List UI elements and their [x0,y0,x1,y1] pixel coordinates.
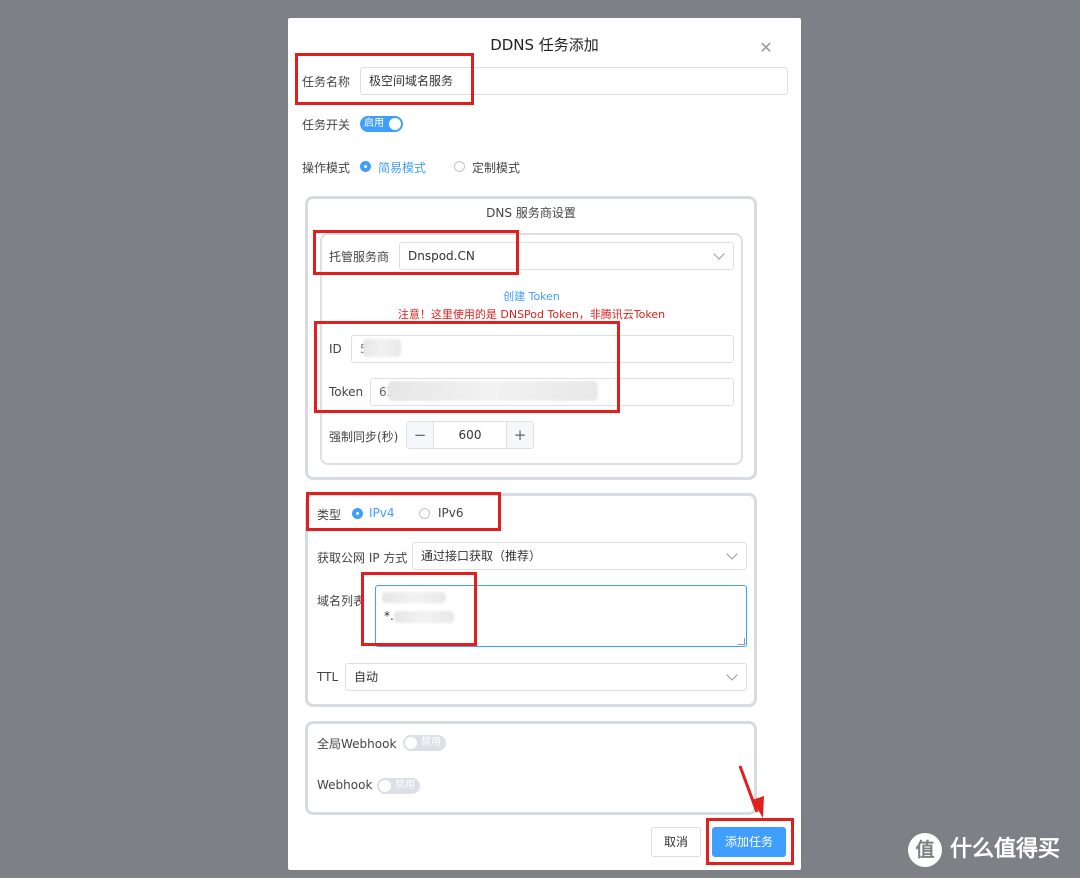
task-switch-label: 任务开关 [302,118,351,132]
ip-method-select[interactable]: 通过接口获取（推荐） [412,542,747,570]
webhook-label: Webhook [317,778,373,792]
ip-type-label: 类型 [317,508,342,522]
ip-method-label: 获取公网 IP 方式 [317,551,408,565]
add-task-button[interactable]: 添加任务 [712,827,786,857]
sync-stepper[interactable]: − 600 + [406,421,534,449]
id-redaction [363,339,401,357]
sync-value[interactable]: 600 [434,422,506,448]
provider-label: 托管服务商 [329,250,390,264]
task-name-label: 任务名称 [302,75,351,89]
toggle-knob [379,780,391,792]
watermark: 值 什么值得买 [908,833,1060,867]
ip-settings-panel: 类型 IPv4 IPv6 获取公网 IP 方式 通过接口获取（推荐） 域名列表 … [305,493,757,707]
ttl-label: TTL [317,670,339,684]
mode-custom-radio[interactable] [454,161,465,172]
mode-label: 操作模式 [302,161,351,175]
mode-simple-radio[interactable] [360,161,371,172]
dns-inner-panel: 托管服务商 Dnspod.CN 创建 Token 注意！这里使用的是 DNSPo… [320,233,743,465]
ttl-select[interactable]: 自动 [345,663,747,691]
plus-icon[interactable]: + [506,422,533,448]
ttl-value: 自动 [354,670,379,684]
provider-select[interactable]: Dnspod.CN [399,242,734,270]
token-warning: 注意！这里使用的是 DNSPod Token，非腾讯云Token [397,308,666,321]
chevron-down-icon [726,669,738,681]
domain-line2-redaction [394,611,454,623]
token-redaction [388,381,598,401]
webhook-panel: 全局Webhook 禁用 Webhook 禁用 [305,721,757,815]
ip-method-value: 通过接口获取（推荐） [421,549,542,563]
task-name-input[interactable]: 极空间域名服务 [360,67,788,95]
cancel-button[interactable]: 取消 [651,827,701,857]
toggle-knob [405,737,417,749]
ipv6-radio[interactable] [419,508,430,519]
annotation-arrow-icon [738,765,764,818]
ipv6-label[interactable]: IPv6 [438,506,464,520]
domain-list-textarea[interactable]: *. [375,585,747,647]
webhook-toggle[interactable]: 禁用 [377,778,420,794]
provider-value: Dnspod.CN [408,249,475,263]
sync-label: 强制同步(秒) [329,430,399,444]
domain-line1-redaction [382,592,446,603]
dialog-title: DDNS 任务添加 [490,36,599,54]
webhook-toggle-text: 禁用 [395,780,415,791]
chevron-down-icon [713,248,725,260]
task-switch-text: 启用 [364,118,384,129]
arrow-shaft [738,765,759,813]
domain-line2-prefix: *. [384,609,394,623]
ddns-task-dialog: DDNS 任务添加 ✕ 任务名称 极空间域名服务 任务开关 启用 操作模式 简易… [288,18,801,870]
close-icon[interactable]: ✕ [758,40,774,56]
ipv4-radio[interactable] [352,508,363,519]
dns-provider-panel: DNS 服务商设置 托管服务商 Dnspod.CN 创建 Token 注意！这里… [305,196,757,480]
id-input[interactable]: 5 [351,335,734,363]
token-label: Token [329,385,364,399]
global-webhook-label: 全局Webhook [317,737,397,751]
global-webhook-toggle-text: 禁用 [421,737,441,748]
domain-list-label: 域名列表 [317,594,366,608]
dns-section-title: DNS 服务商设置 [486,206,576,220]
task-switch-toggle[interactable]: 启用 [360,116,403,132]
create-token-link[interactable]: 创建 Token [322,288,741,304]
global-webhook-toggle[interactable]: 禁用 [403,735,446,751]
minus-icon[interactable]: − [407,422,434,448]
mode-custom-label[interactable]: 定制模式 [472,159,520,176]
id-label: ID [329,342,342,356]
toggle-knob [389,118,401,130]
resize-handle-icon[interactable] [738,638,745,645]
watermark-text: 什么值得买 [950,837,1061,862]
watermark-logo-icon: 值 [908,833,942,867]
chevron-down-icon [726,548,738,560]
mode-simple-label[interactable]: 简易模式 [378,159,426,176]
ipv4-label[interactable]: IPv4 [369,506,395,520]
